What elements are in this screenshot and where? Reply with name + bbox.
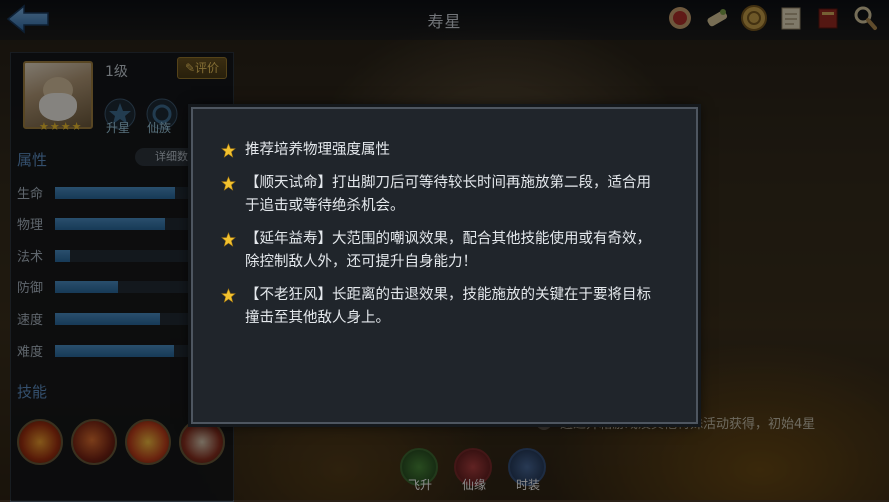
star-bullet-icon: [221, 176, 236, 191]
tip-item: 【顺天试命】打出脚刀后可等待较长时间再施放第二段，适合用于追击或等待绝杀机会。: [221, 172, 661, 218]
tip-text: 【顺天试命】打出脚刀后可等待较长时间再施放第二段，适合用于追击或等待绝杀机会。: [245, 175, 651, 214]
star-bullet-icon: [221, 232, 236, 247]
star-bullet-icon: [221, 288, 236, 303]
tip-item: 【不老狂风】长距离的击退效果，技能施放的关键在于要将目标撞击至其他敌人身上。: [221, 284, 661, 330]
star-bullet-icon: [221, 143, 236, 158]
tips-list: 推荐培养物理强度属性 【顺天试命】打出脚刀后可等待较长时间再施放第二段，适合用于…: [221, 139, 661, 340]
tip-text: 【延年益寿】大范围的嘲讽效果，配合其他技能使用或有奇效，除控制敌人外，还可提升自…: [245, 231, 651, 270]
strategy-tips-dialog: 推荐培养物理强度属性 【顺天试命】打出脚刀后可等待较长时间再施放第二段，适合用于…: [191, 107, 698, 424]
tip-item: 推荐培养物理强度属性: [221, 139, 661, 162]
tip-text: 推荐培养物理强度属性: [245, 142, 390, 158]
tip-text: 【不老狂风】长距离的击退效果，技能施放的关键在于要将目标撞击至其他敌人身上。: [245, 287, 651, 326]
tip-item: 【延年益寿】大范围的嘲讽效果，配合其他技能使用或有奇效，除控制敌人外，还可提升自…: [221, 228, 661, 274]
